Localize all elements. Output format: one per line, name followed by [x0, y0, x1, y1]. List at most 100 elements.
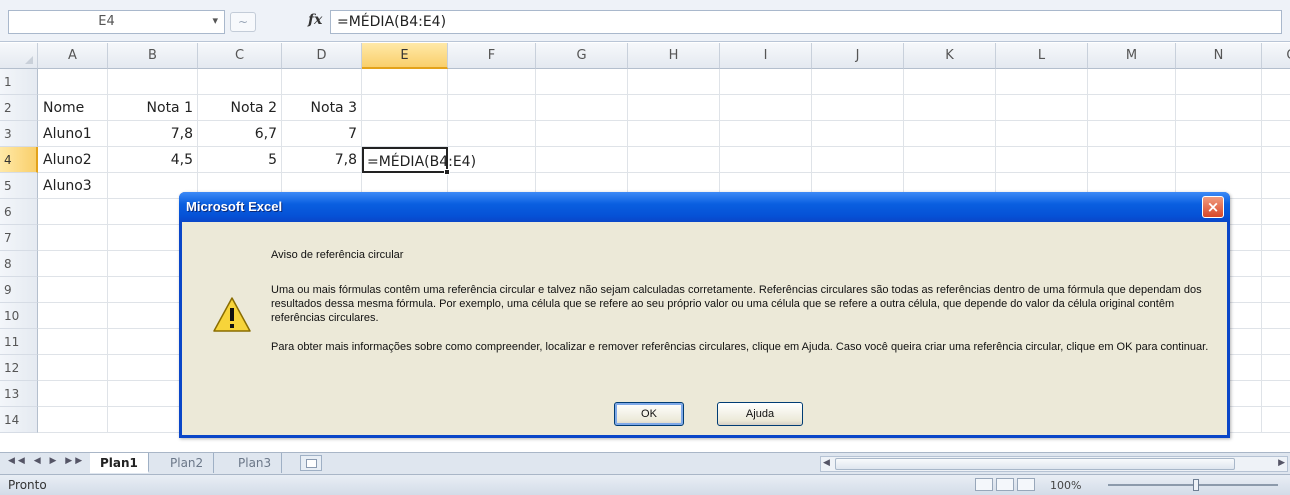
column-header-l[interactable]: L	[996, 43, 1088, 69]
cell-b4[interactable]: 4,5	[108, 147, 198, 173]
scroll-left-icon[interactable]: ◀	[823, 458, 830, 468]
cell-a11[interactable]	[38, 329, 108, 355]
zoom-level[interactable]: 100%	[1050, 479, 1081, 492]
ok-button[interactable]: OK	[614, 402, 684, 426]
cell-c1[interactable]	[198, 69, 282, 95]
cell-b3[interactable]: 7,8	[108, 121, 198, 147]
cell-l2[interactable]	[996, 95, 1088, 121]
cell-i1[interactable]	[720, 69, 812, 95]
column-header-d[interactable]: D	[282, 43, 362, 69]
cell-f1[interactable]	[448, 69, 536, 95]
chevron-down-icon[interactable]: ▾	[212, 14, 218, 27]
cell-c3[interactable]: 6,7	[198, 121, 282, 147]
cell-e2[interactable]	[362, 95, 448, 121]
cell-a2[interactable]: Nome	[38, 95, 108, 121]
cell-n2[interactable]	[1176, 95, 1262, 121]
cell-o9[interactable]	[1262, 277, 1290, 303]
cell-j1[interactable]	[812, 69, 904, 95]
help-button[interactable]: Ajuda	[717, 402, 803, 426]
column-header-k[interactable]: K	[904, 43, 996, 69]
normal-view-icon[interactable]	[975, 478, 993, 491]
cell-k2[interactable]	[904, 95, 996, 121]
column-header-a[interactable]: A	[38, 43, 108, 69]
column-header-f[interactable]: F	[448, 43, 536, 69]
cell-o4[interactable]	[1262, 147, 1290, 173]
cell-b2[interactable]: Nota 1	[108, 95, 198, 121]
page-break-view-icon[interactable]	[1017, 478, 1035, 491]
column-header-o[interactable]: O	[1262, 43, 1290, 69]
cell-d1[interactable]	[282, 69, 362, 95]
column-header-n[interactable]: N	[1176, 43, 1262, 69]
cell-o8[interactable]	[1262, 251, 1290, 277]
close-icon[interactable]: ×	[1202, 196, 1224, 218]
cell-d4[interactable]: 7,8	[282, 147, 362, 173]
row-header-9[interactable]: 9	[0, 277, 38, 303]
row-header-12[interactable]: 12	[0, 355, 38, 381]
cell-a14[interactable]	[38, 407, 108, 433]
cell-n1[interactable]	[1176, 69, 1262, 95]
cell-h3[interactable]	[628, 121, 720, 147]
cell-k4[interactable]	[904, 147, 996, 173]
cell-a12[interactable]	[38, 355, 108, 381]
cell-e3[interactable]	[362, 121, 448, 147]
sheet-tab-plan3[interactable]: Plan3	[228, 453, 283, 473]
cell-a10[interactable]	[38, 303, 108, 329]
row-header-5[interactable]: 5	[0, 173, 38, 199]
cell-o1[interactable]	[1262, 69, 1290, 95]
row-header-2[interactable]: 2	[0, 95, 38, 121]
cell-c4[interactable]: 5	[198, 147, 282, 173]
cell-a4[interactable]: Aluno2	[38, 147, 108, 173]
cell-j4[interactable]	[812, 147, 904, 173]
cell-k1[interactable]	[904, 69, 996, 95]
cell-a13[interactable]	[38, 381, 108, 407]
zoom-slider-knob[interactable]	[1193, 479, 1199, 491]
column-header-e[interactable]: E	[362, 43, 448, 69]
sheet-tab-plan2[interactable]: Plan2	[160, 453, 215, 473]
cell-l3[interactable]	[996, 121, 1088, 147]
select-all-corner[interactable]	[0, 43, 38, 69]
cell-a7[interactable]	[38, 225, 108, 251]
column-header-g[interactable]: G	[536, 43, 628, 69]
cell-f2[interactable]	[448, 95, 536, 121]
insert-sheet-icon[interactable]	[300, 455, 322, 471]
row-header-11[interactable]: 11	[0, 329, 38, 355]
sheet-nav-arrows-icon[interactable]: ◀◀ ◀ ▶ ▶▶	[8, 456, 85, 466]
cell-d2[interactable]: Nota 3	[282, 95, 362, 121]
cell-m4[interactable]	[1088, 147, 1176, 173]
cell-j3[interactable]	[812, 121, 904, 147]
cell-h1[interactable]	[628, 69, 720, 95]
scroll-right-icon[interactable]: ▶	[1278, 458, 1285, 468]
cell-j2[interactable]	[812, 95, 904, 121]
cell-a6[interactable]	[38, 199, 108, 225]
cell-c2[interactable]: Nota 2	[198, 95, 282, 121]
cell-g2[interactable]	[536, 95, 628, 121]
horizontal-scrollbar[interactable]: ◀ ▶	[820, 456, 1288, 472]
fill-handle[interactable]	[444, 169, 450, 175]
cell-f3[interactable]	[448, 121, 536, 147]
row-header-1[interactable]: 1	[0, 69, 38, 95]
column-header-j[interactable]: J	[812, 43, 904, 69]
cell-o14[interactable]	[1262, 407, 1290, 433]
cell-o5[interactable]	[1262, 173, 1290, 199]
cell-a1[interactable]	[38, 69, 108, 95]
cell-o10[interactable]	[1262, 303, 1290, 329]
cell-e4[interactable]: =MÉDIA(B4:E4)	[362, 147, 476, 175]
row-header-10[interactable]: 10	[0, 303, 38, 329]
row-header-13[interactable]: 13	[0, 381, 38, 407]
cell-n4[interactable]	[1176, 147, 1262, 173]
cell-o13[interactable]	[1262, 381, 1290, 407]
cell-g3[interactable]	[536, 121, 628, 147]
cell-n3[interactable]	[1176, 121, 1262, 147]
column-header-i[interactable]: I	[720, 43, 812, 69]
cell-d3[interactable]: 7	[282, 121, 362, 147]
cell-m1[interactable]	[1088, 69, 1176, 95]
cell-a5[interactable]: Aluno3	[38, 173, 108, 199]
column-header-h[interactable]: H	[628, 43, 720, 69]
row-header-8[interactable]: 8	[0, 251, 38, 277]
row-header-6[interactable]: 6	[0, 199, 38, 225]
scrollbar-thumb[interactable]	[835, 458, 1235, 470]
insert-function-icon[interactable]: fx	[308, 12, 322, 28]
cell-o7[interactable]	[1262, 225, 1290, 251]
formula-input[interactable]: =MÉDIA(B4:E4)	[330, 10, 1282, 34]
cell-g1[interactable]	[536, 69, 628, 95]
